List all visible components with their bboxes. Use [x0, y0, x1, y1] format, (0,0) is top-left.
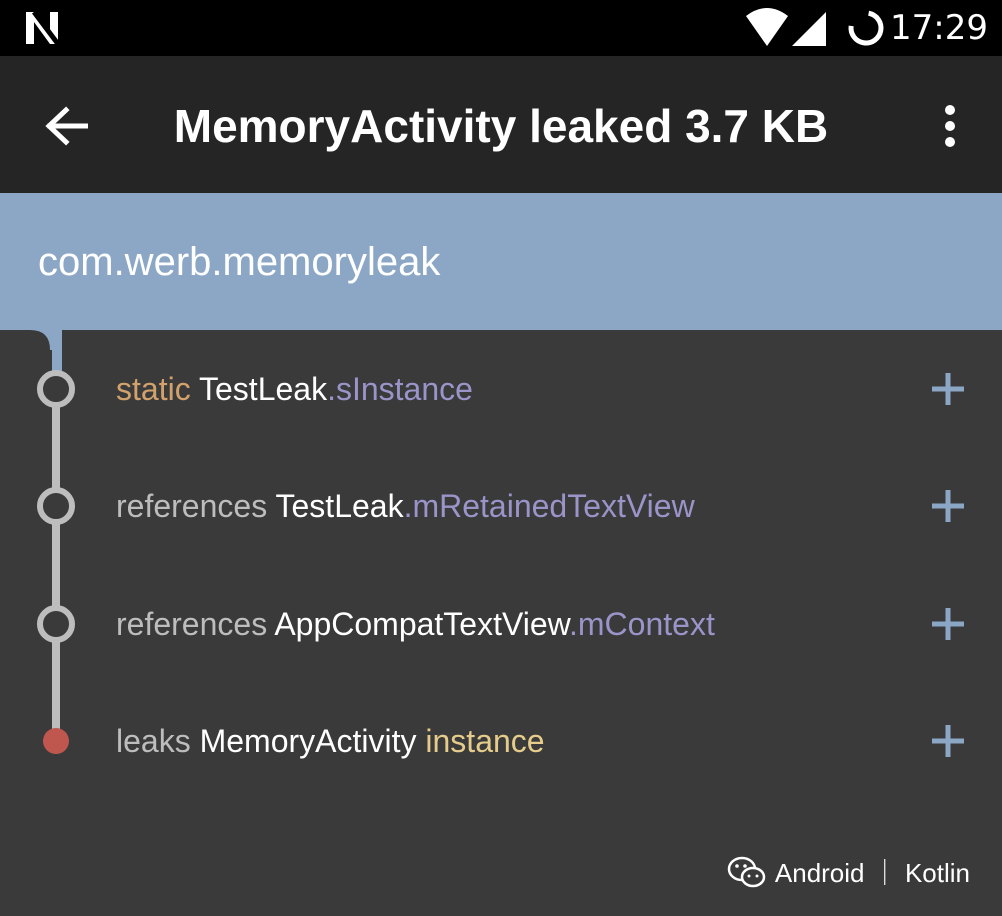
- cell-signal-icon: [792, 12, 826, 46]
- trace-row-text: references TestLeak.mRetainedTextView: [116, 488, 695, 524]
- n-notification-icon: [26, 10, 60, 46]
- package-name: com.werb.memoryleak: [38, 240, 441, 284]
- trace-row-text: leaks MemoryActivity instance: [116, 723, 545, 759]
- watermark: Android ｜ Kotlin: [727, 856, 970, 890]
- more-vertical-icon[interactable]: [930, 104, 970, 148]
- trace-row[interactable]: static TestLeak.sInstance: [0, 349, 1002, 429]
- trace-row[interactable]: references TestLeak.mRetainedTextView: [0, 466, 1002, 546]
- sync-icon: [848, 10, 884, 46]
- expand-plus-icon[interactable]: [930, 606, 966, 642]
- status-bar: 17:29: [0, 0, 1002, 56]
- wifi-icon: [746, 8, 788, 46]
- expand-plus-icon[interactable]: [930, 371, 966, 407]
- trace-row[interactable]: leaks MemoryActivity instance: [0, 701, 1002, 781]
- status-time: 17:29: [890, 8, 988, 48]
- leak-trace-list: static TestLeak.sInstance references Tes…: [0, 330, 1002, 916]
- watermark-text: Android ｜ Kotlin: [774, 858, 970, 888]
- app-bar: MemoryActivity leaked 3.7 KB: [0, 56, 1002, 193]
- trace-row-text: static TestLeak.sInstance: [116, 371, 473, 407]
- package-header: com.werb.memoryleak: [0, 193, 1002, 330]
- page-title: MemoryActivity leaked 3.7 KB: [173, 100, 829, 152]
- expand-plus-icon[interactable]: [930, 723, 966, 759]
- trace-row[interactable]: references AppCompatTextView.mContext: [0, 584, 1002, 664]
- trace-row-text: references AppCompatTextView.mContext: [116, 606, 715, 642]
- wechat-icon: [727, 856, 766, 888]
- expand-plus-icon[interactable]: [930, 488, 966, 524]
